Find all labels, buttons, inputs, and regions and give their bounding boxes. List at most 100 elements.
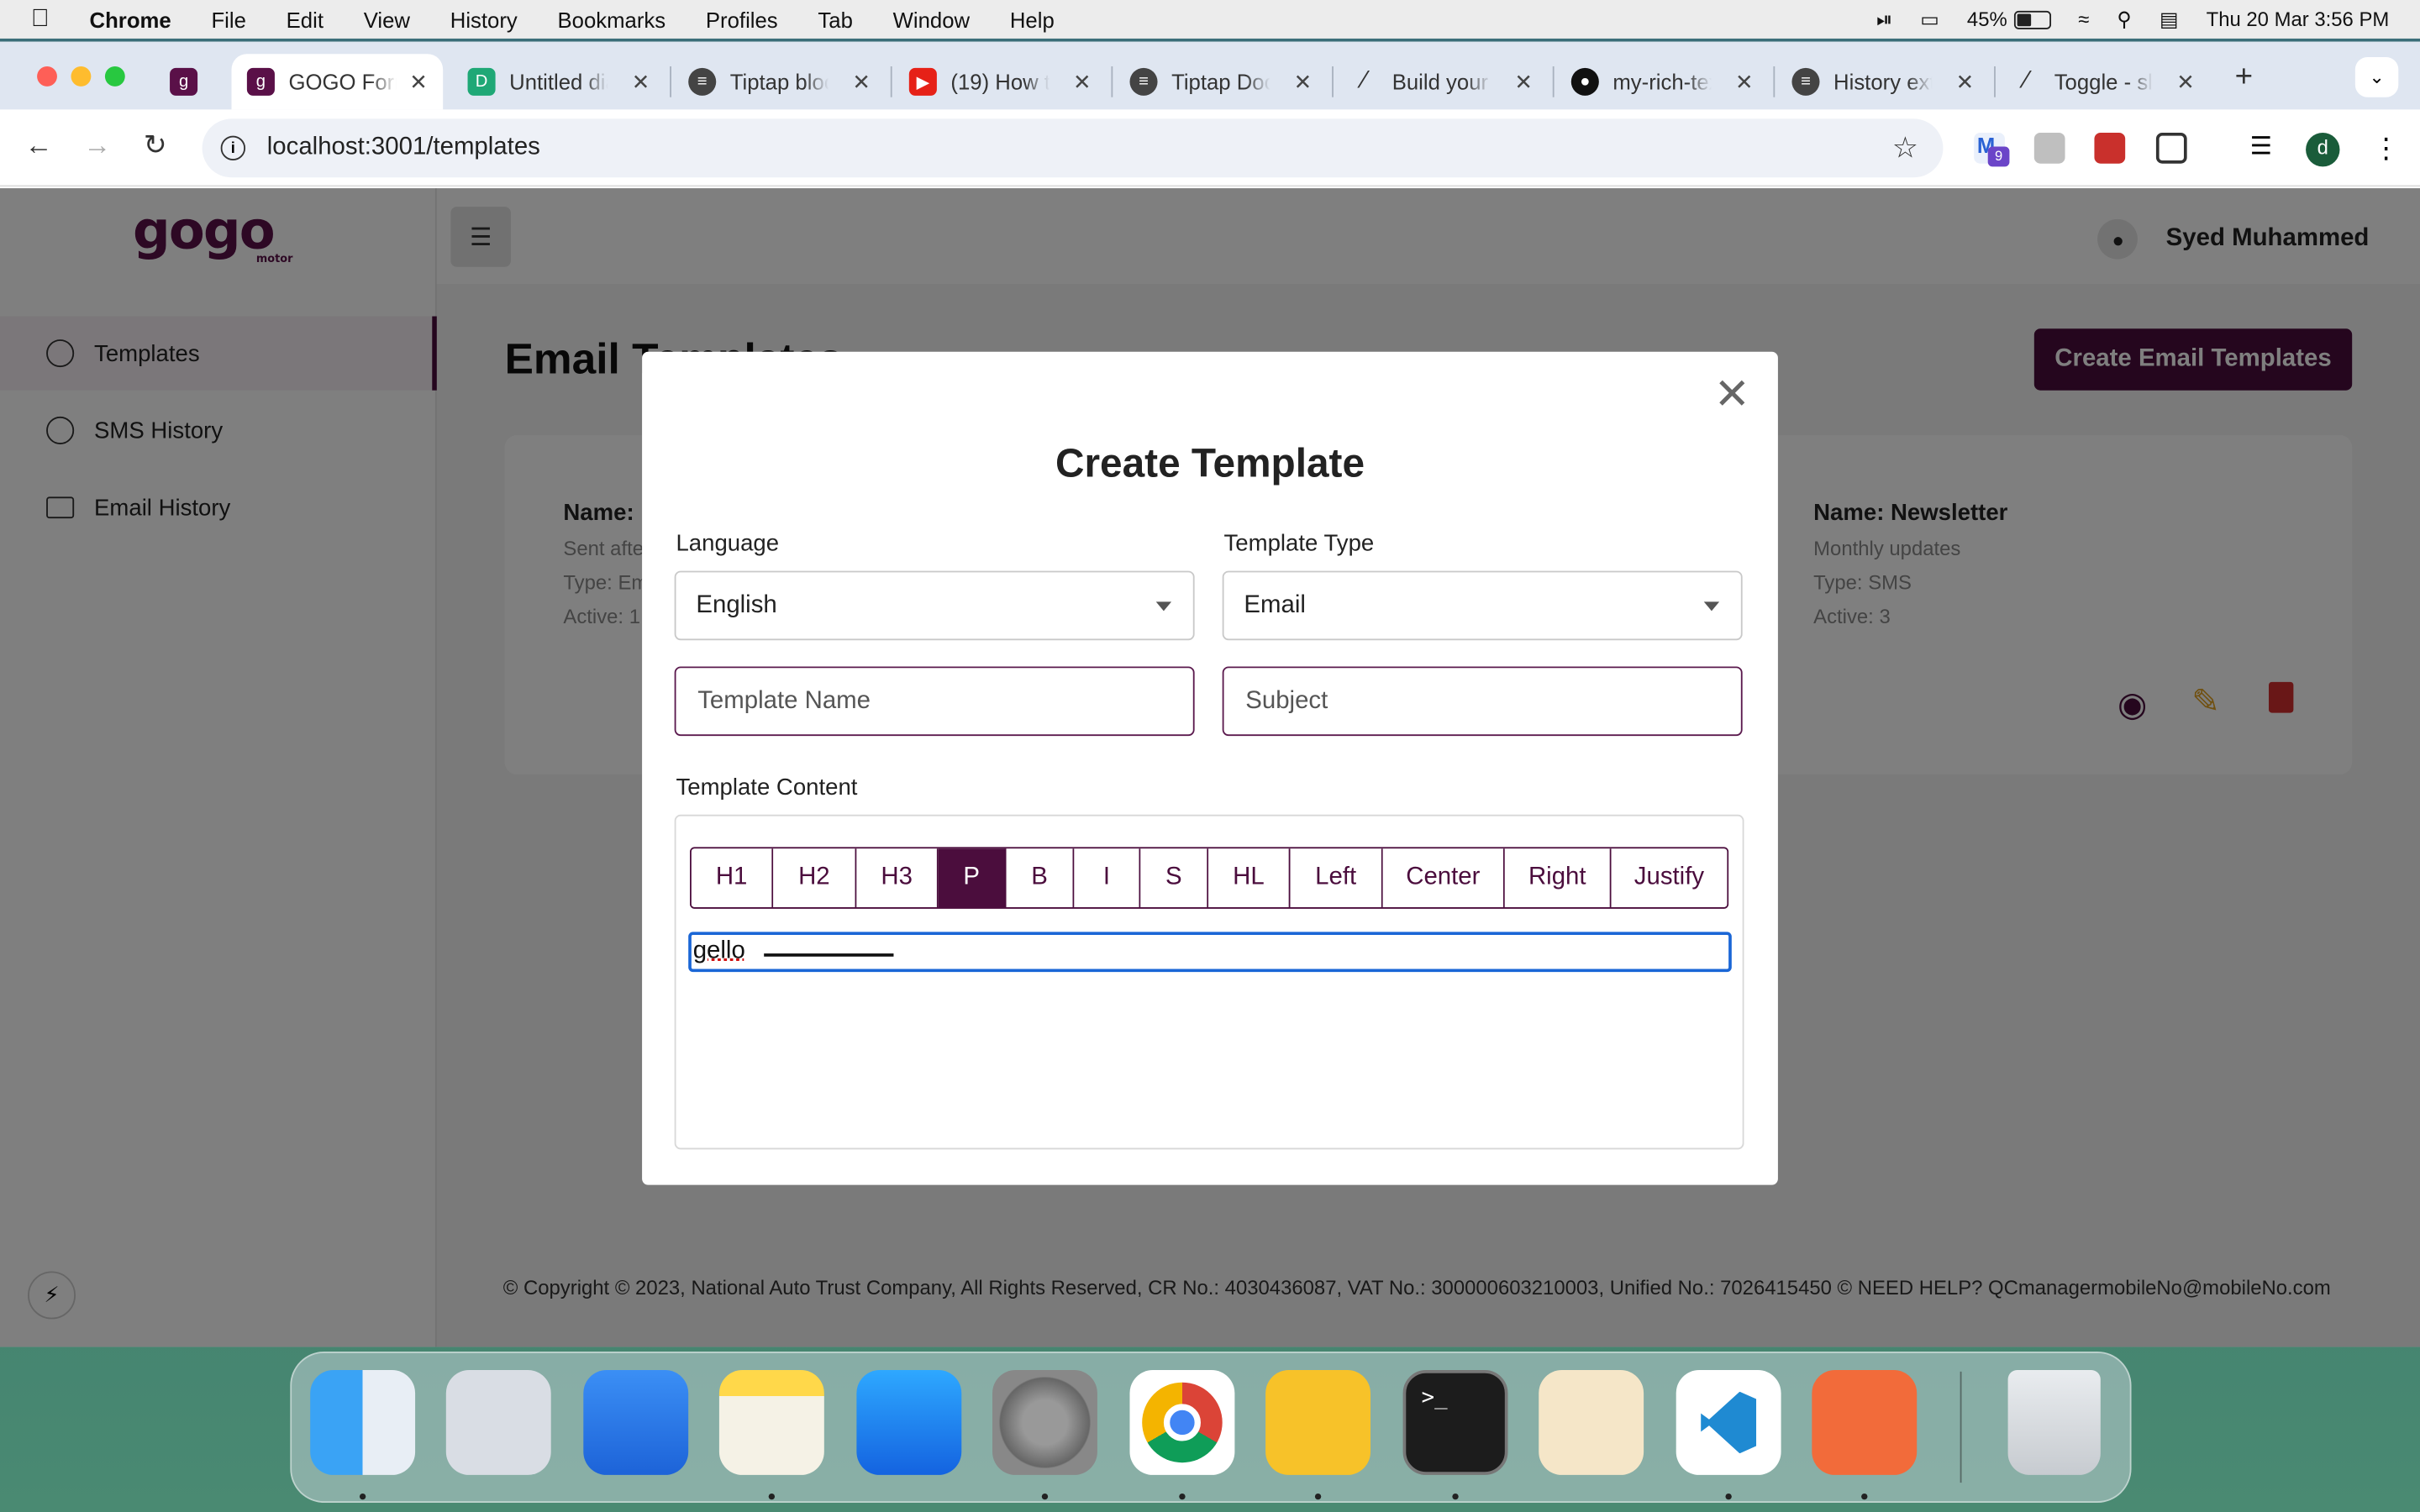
notes-icon[interactable] — [718, 1370, 824, 1475]
close-tab-icon[interactable]: ✕ — [409, 69, 428, 95]
apple-icon[interactable]:  — [31, 5, 62, 33]
kebab-menu-icon[interactable]: ⋮ — [2370, 133, 2402, 164]
play-icon[interactable]: ⏯ — [1876, 7, 1892, 31]
battery-indicator[interactable]: 45% — [1966, 8, 2051, 31]
site-info-icon[interactable]: i — [220, 135, 246, 161]
media-control-icon[interactable]: ☰ — [2245, 133, 2276, 164]
close-icon[interactable]: ✕ — [1714, 373, 1750, 416]
display-icon[interactable]: ▭ — [1920, 7, 1939, 31]
tab-divider — [1332, 66, 1334, 97]
menu-tab[interactable]: Tab — [818, 7, 852, 31]
menu-bookmarks[interactable]: Bookmarks — [558, 7, 666, 31]
close-tab-icon[interactable]: ✕ — [1294, 69, 1313, 95]
menu-datetime[interactable]: Thu 20 Mar 3:56 PM — [2207, 8, 2390, 31]
menu-help[interactable]: Help — [1010, 7, 1055, 31]
close-tab-icon[interactable]: ✕ — [852, 69, 871, 95]
terminal-icon[interactable]: >_ — [1402, 1370, 1508, 1475]
tab-gogo-form[interactable]: g GOGO Form ✕ — [231, 54, 444, 110]
bookmark-star-icon[interactable]: ☆ — [1892, 130, 1918, 165]
align-center-button[interactable]: Center — [1382, 848, 1505, 907]
reload-icon[interactable]: ↻ — [144, 129, 167, 162]
spotlight-search-icon[interactable]: ⚲ — [2117, 7, 2132, 31]
tableplus-icon[interactable] — [1539, 1370, 1644, 1475]
extension-icon[interactable] — [2094, 132, 2126, 164]
tab-tiptap-block[interactable]: ≡ Tiptap block ✕ — [676, 54, 886, 109]
template-content-label: Template Content — [676, 774, 858, 801]
italic-button[interactable]: I — [1074, 848, 1141, 907]
menu-window[interactable]: Window — [893, 7, 970, 31]
close-tab-icon[interactable]: ✕ — [1073, 69, 1092, 95]
tab-history-ext[interactable]: ≡ History ext ✕ — [1780, 54, 1990, 109]
tab-build-your[interactable]: ⁄ Build your ✕ — [1338, 54, 1548, 109]
highlight-button[interactable]: HL — [1208, 848, 1291, 907]
template-type-select[interactable]: Email — [1222, 570, 1743, 641]
align-right-button[interactable]: Right — [1504, 848, 1612, 907]
launchpad-icon[interactable] — [445, 1370, 551, 1475]
tab-untitled-diagram[interactable]: D Untitled diagram ✕ — [455, 54, 666, 109]
app-store-icon[interactable] — [856, 1370, 962, 1475]
align-left-button[interactable]: Left — [1290, 848, 1383, 907]
language-value: English — [696, 591, 777, 618]
extension-icon[interactable] — [2033, 132, 2065, 164]
rich-text-editor: H1 H2 H3 P B I S HL Left Center Right Ju… — [674, 814, 1744, 1150]
tab-divider — [1111, 66, 1113, 97]
forward-arrow-icon[interactable]: → — [83, 129, 111, 162]
extensions-puzzle-icon[interactable] — [2155, 132, 2187, 164]
paragraph-button[interactable]: P — [938, 848, 1007, 907]
back-arrow-icon[interactable]: ← — [24, 129, 52, 162]
close-tab-icon[interactable]: ✕ — [632, 69, 650, 95]
menu-view[interactable]: View — [364, 7, 410, 31]
editor-content[interactable]: gello — [688, 932, 1732, 973]
heading3-button[interactable]: H3 — [856, 848, 939, 907]
tab-title: Tiptap block — [729, 69, 829, 95]
tab-toggle[interactable]: ⁄ Toggle - sl ✕ — [2000, 54, 2210, 109]
system-settings-icon[interactable] — [992, 1370, 1097, 1475]
language-select[interactable]: English — [674, 570, 1195, 641]
menu-edit[interactable]: Edit — [287, 7, 324, 31]
running-indicator — [1452, 1493, 1459, 1500]
control-center-icon[interactable]: ▤ — [2160, 7, 2179, 31]
menu-history[interactable]: History — [450, 7, 518, 31]
trash-icon[interactable] — [2007, 1370, 2101, 1475]
subject-input[interactable] — [1222, 666, 1743, 737]
bold-button[interactable]: B — [1006, 848, 1075, 907]
menu-profiles[interactable]: Profiles — [706, 7, 778, 31]
gmail-extension-icon[interactable]: M 9 — [1974, 132, 2010, 167]
url-text[interactable]: localhost:3001/templates — [267, 134, 540, 162]
tab-title: Untitled diagram — [509, 69, 608, 95]
dialog-title: Create Template — [1055, 439, 1365, 486]
new-tab-icon[interactable]: + — [2235, 60, 2253, 96]
mail-icon[interactable] — [583, 1370, 689, 1475]
close-tab-icon[interactable]: ✕ — [1514, 69, 1533, 95]
profile-avatar[interactable]: d — [2306, 132, 2340, 167]
chevron-down-icon — [1155, 601, 1172, 612]
menu-app-name[interactable]: Chrome — [90, 7, 171, 31]
battery-percent: 45% — [1966, 8, 2007, 31]
close-window-button[interactable] — [37, 66, 57, 87]
address-bar[interactable]: i localhost:3001/templates ☆ — [202, 118, 1944, 178]
minimize-window-button[interactable] — [71, 66, 92, 87]
menu-file[interactable]: File — [211, 7, 245, 31]
heading2-button[interactable]: H2 — [773, 848, 857, 907]
tab-github[interactable]: ● my-rich-text ✕ — [1559, 54, 1769, 109]
close-tab-icon[interactable]: ✕ — [2176, 69, 2195, 95]
strike-button[interactable]: S — [1140, 848, 1209, 907]
running-indicator — [1179, 1493, 1186, 1500]
template-name-input[interactable] — [674, 666, 1195, 737]
close-tab-icon[interactable]: ✕ — [1956, 69, 1975, 95]
tab-tiptap-docs[interactable]: ≡ Tiptap Docs ✕ — [1118, 54, 1328, 109]
chrome-icon[interactable] — [1129, 1370, 1235, 1475]
postman-icon[interactable] — [1812, 1370, 1918, 1475]
vscode-icon[interactable] — [1676, 1370, 1781, 1475]
zoom-window-button[interactable] — [104, 66, 125, 87]
close-tab-icon[interactable]: ✕ — [1735, 69, 1754, 95]
preview-icon[interactable] — [1265, 1370, 1371, 1475]
tab-youtube[interactable]: ▶ (19) How to ✕ — [897, 54, 1107, 109]
wifi-icon[interactable]: ≈ — [2078, 8, 2089, 31]
finder-icon[interactable] — [310, 1370, 416, 1475]
tiptap-icon: ≡ — [688, 67, 717, 96]
tab-pinned-gogo[interactable]: g — [170, 54, 222, 109]
chevron-down-icon[interactable]: ⌄ — [2354, 56, 2399, 97]
heading1-button[interactable]: H1 — [691, 848, 774, 907]
align-justify-button[interactable]: Justify — [1611, 848, 1728, 907]
